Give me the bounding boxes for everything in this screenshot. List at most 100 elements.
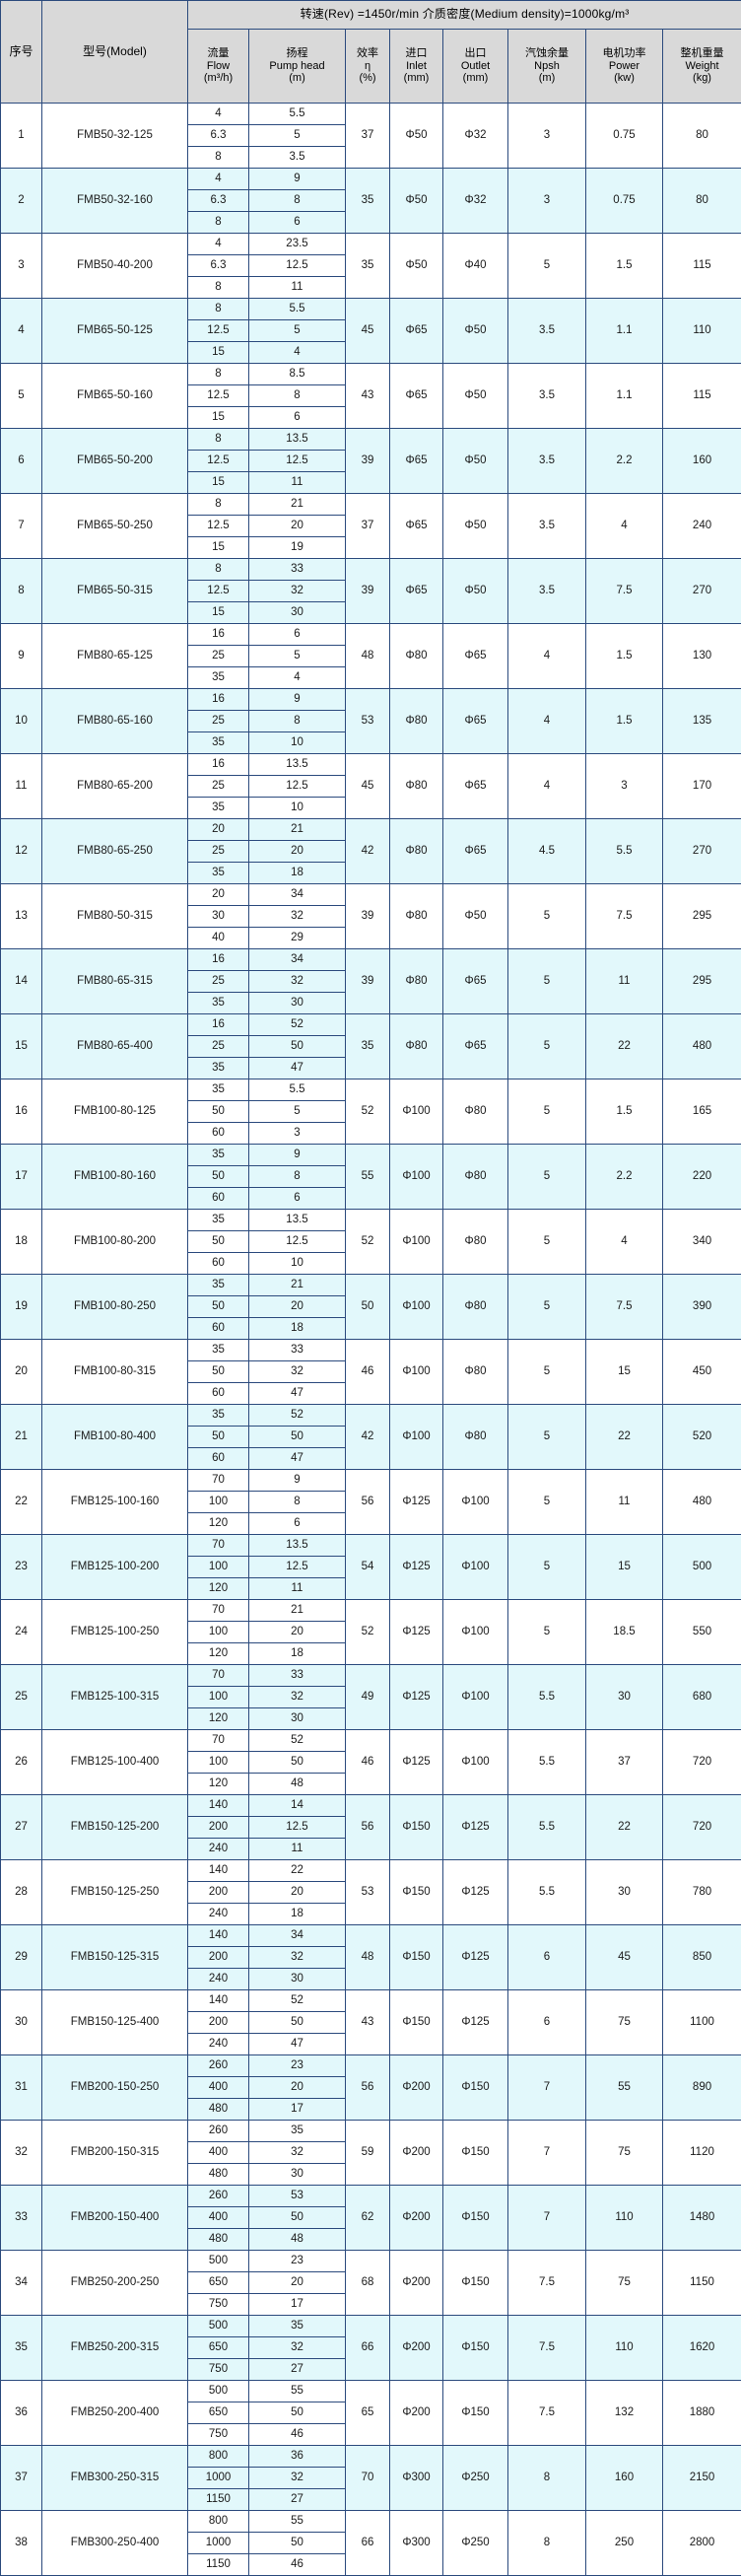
cell-head: 11	[249, 1578, 346, 1600]
cell-weight: 720	[663, 1730, 741, 1795]
cell-head: 6	[249, 624, 346, 646]
cell-model: FMB100-80-250	[42, 1275, 188, 1340]
cell-outlet: Φ65	[443, 819, 508, 884]
table-header: 序号 型号(Model) 转速(Rev) =1450r/min 介质密度(Med…	[1, 1, 741, 104]
cell-weight: 80	[663, 169, 741, 234]
cell-flow: 20	[188, 884, 249, 906]
table-row: 4FMB65-50-12585.545Φ65Φ503.51.1110	[1, 299, 741, 320]
cell-flow: 260	[188, 2055, 249, 2077]
cell-flow: 35	[188, 732, 249, 754]
cell-model: FMB80-65-125	[42, 624, 188, 689]
cell-idx: 6	[1, 429, 42, 494]
cell-inlet: Φ150	[390, 1860, 443, 1925]
cell-flow: 15	[188, 407, 249, 429]
cell-head: 46	[249, 2424, 346, 2446]
cell-flow: 140	[188, 1795, 249, 1817]
cell-flow: 16	[188, 689, 249, 711]
cell-head: 12.5	[249, 1817, 346, 1839]
cell-flow: 30	[188, 906, 249, 928]
cell-weight: 480	[663, 1470, 741, 1535]
cell-idx: 23	[1, 1535, 42, 1600]
cell-inlet: Φ200	[390, 2186, 443, 2251]
cell-idx: 1	[1, 104, 42, 169]
header-efficiency-unit: (%)	[346, 72, 389, 85]
cell-head: 4	[249, 667, 346, 689]
cell-flow: 1150	[188, 2489, 249, 2511]
table-row: 31FMB200-150-2502602356Φ200Φ150755890	[1, 2055, 741, 2077]
cell-eff: 53	[346, 1860, 390, 1925]
cell-inlet: Φ125	[390, 1730, 443, 1795]
cell-power: 15	[586, 1340, 663, 1405]
cell-head: 32	[249, 2142, 346, 2164]
cell-weight: 1100	[663, 1990, 741, 2055]
cell-head: 10	[249, 1253, 346, 1275]
cell-flow: 60	[188, 1123, 249, 1145]
cell-weight: 450	[663, 1340, 741, 1405]
cell-inlet: Φ80	[390, 624, 443, 689]
cell-inlet: Φ100	[390, 1275, 443, 1340]
cell-flow: 100	[188, 1492, 249, 1513]
cell-head: 32	[249, 2468, 346, 2489]
cell-head: 11	[249, 472, 346, 494]
cell-head: 30	[249, 602, 346, 624]
table-row: 24FMB125-100-250702152Φ125Φ100518.5550	[1, 1600, 741, 1622]
cell-eff: 37	[346, 494, 390, 559]
cell-flow: 60	[188, 1448, 249, 1470]
pump-specification-table: 序号 型号(Model) 转速(Rev) =1450r/min 介质密度(Med…	[0, 0, 741, 2576]
cell-head: 20	[249, 2272, 346, 2294]
cell-idx: 24	[1, 1600, 42, 1665]
table-row: 16FMB100-80-125355.552Φ100Φ8051.5165	[1, 1079, 741, 1101]
cell-eff: 46	[346, 1340, 390, 1405]
cell-head: 32	[249, 971, 346, 993]
cell-weight: 110	[663, 299, 741, 364]
table-row: 17FMB100-80-16035955Φ100Φ8052.2220	[1, 1145, 741, 1166]
cell-npsh: 7.5	[508, 2381, 586, 2446]
cell-model: FMB125-100-160	[42, 1470, 188, 1535]
table-row: 11FMB80-65-2001613.545Φ80Φ6543170	[1, 754, 741, 776]
cell-inlet: Φ100	[390, 1405, 443, 1470]
cell-model: FMB100-80-200	[42, 1210, 188, 1275]
cell-weight: 295	[663, 884, 741, 949]
cell-head: 30	[249, 2164, 346, 2186]
cell-npsh: 7	[508, 2186, 586, 2251]
cell-flow: 480	[188, 2164, 249, 2186]
cell-npsh: 7	[508, 2055, 586, 2121]
cell-head: 9	[249, 169, 346, 190]
cell-flow: 12.5	[188, 320, 249, 342]
cell-outlet: Φ65	[443, 689, 508, 754]
cell-weight: 1480	[663, 2186, 741, 2251]
cell-power: 75	[586, 2121, 663, 2186]
cell-flow: 8	[188, 559, 249, 581]
cell-head: 32	[249, 581, 346, 602]
cell-model: FMB100-80-160	[42, 1145, 188, 1210]
cell-outlet: Φ250	[443, 2511, 508, 2576]
cell-eff: 66	[346, 2511, 390, 2576]
cell-flow: 8	[188, 212, 249, 234]
cell-outlet: Φ150	[443, 2121, 508, 2186]
cell-head: 50	[249, 2207, 346, 2229]
cell-eff: 39	[346, 884, 390, 949]
cell-weight: 165	[663, 1079, 741, 1145]
cell-flow: 240	[188, 2034, 249, 2055]
cell-idx: 32	[1, 2121, 42, 2186]
cell-idx: 26	[1, 1730, 42, 1795]
cell-head: 32	[249, 1947, 346, 1969]
cell-eff: 39	[346, 429, 390, 494]
cell-power: 7.5	[586, 884, 663, 949]
cell-flow: 400	[188, 2142, 249, 2164]
table-row: 36FMB250-200-4005005565Φ200Φ1507.5132188…	[1, 2381, 741, 2402]
cell-idx: 30	[1, 1990, 42, 2055]
cell-idx: 25	[1, 1665, 42, 1730]
cell-model: FMB125-100-315	[42, 1665, 188, 1730]
cell-inlet: Φ200	[390, 2251, 443, 2316]
cell-head: 52	[249, 1730, 346, 1752]
cell-flow: 1000	[188, 2468, 249, 2489]
cell-inlet: Φ65	[390, 559, 443, 624]
table-row: 35FMB250-200-3155003566Φ200Φ1507.5110162…	[1, 2316, 741, 2337]
cell-npsh: 5	[508, 949, 586, 1014]
table-row: 12FMB80-65-250202142Φ80Φ654.55.5270	[1, 819, 741, 841]
cell-model: FMB80-65-160	[42, 689, 188, 754]
cell-power: 1.1	[586, 299, 663, 364]
cell-npsh: 7.5	[508, 2316, 586, 2381]
cell-weight: 2800	[663, 2511, 741, 2576]
